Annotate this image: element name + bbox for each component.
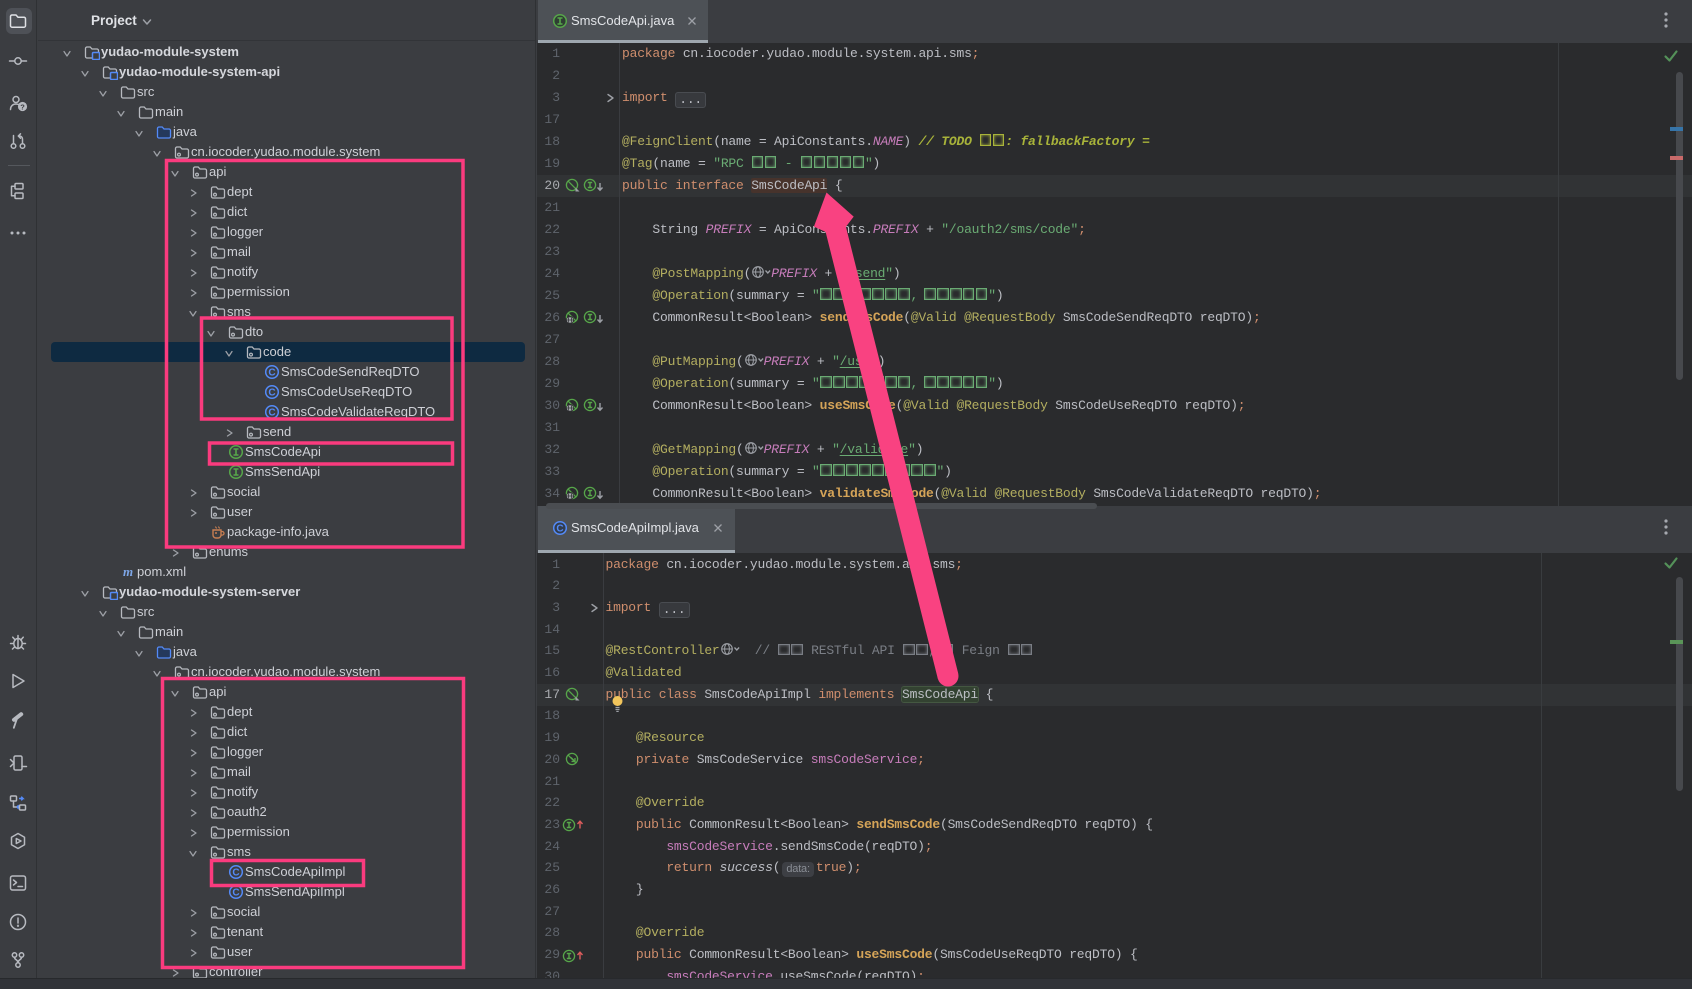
- svg-text:C: C: [556, 524, 563, 535]
- svg-text:?: ?: [20, 103, 25, 112]
- svg-text:C: C: [268, 408, 275, 419]
- svg-text:C: C: [268, 368, 275, 379]
- svg-text:m: m: [123, 564, 133, 579]
- svg-text:C: C: [232, 888, 239, 899]
- svg-text:C: C: [268, 388, 275, 399]
- svg-text:C: C: [232, 868, 239, 879]
